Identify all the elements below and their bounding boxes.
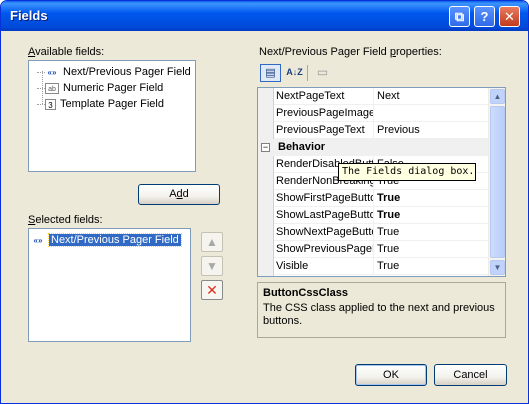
- tree-item-numeric[interactable]: ab Numeric Pager Field: [37, 80, 163, 96]
- description-title: ButtonCssClass: [263, 287, 348, 299]
- tree-item-next-previous[interactable]: «» Next/Previous Pager Field: [37, 64, 191, 80]
- property-row[interactable]: Visible True: [274, 258, 489, 275]
- property-row[interactable]: ShowLastPageButton True: [274, 207, 489, 224]
- restore-button[interactable]: ⧉: [449, 6, 470, 27]
- close-button[interactable]: ✕: [499, 6, 520, 27]
- description-text: The CSS class applied to the next and pr…: [263, 302, 495, 327]
- delete-button[interactable]: ✕: [201, 280, 223, 300]
- categorized-icon: ▤: [265, 67, 276, 79]
- pager-arrows-icon: «»: [47, 67, 57, 77]
- window-title: Fields: [10, 8, 48, 23]
- property-row[interactable]: PreviousPageImage: [274, 105, 489, 122]
- restore-icon: ⧉: [454, 9, 465, 24]
- delete-icon: ✕: [206, 282, 218, 298]
- arrow-up-icon: ▲: [206, 235, 218, 249]
- available-fields-tree[interactable]: «» Next/Previous Pager Field ab Numeric Pa…: [28, 60, 196, 172]
- move-up-button[interactable]: ▲: [201, 232, 223, 252]
- scroll-down-button[interactable]: ▼: [490, 260, 505, 275]
- chevron-up-icon: ▲: [493, 92, 502, 101]
- tree-item-template[interactable]: 3 Template Pager Field: [37, 96, 164, 112]
- property-row[interactable]: ShowFirstPageButton True: [274, 190, 489, 207]
- scroll-thumb[interactable]: [490, 106, 505, 258]
- property-pages-icon: ▭: [316, 65, 329, 79]
- arrow-down-icon: ▼: [206, 259, 218, 273]
- chevron-down-icon: ▼: [493, 263, 502, 272]
- property-description-panel: ButtonCssClass The CSS class applied to …: [257, 282, 506, 338]
- tooltip: The Fields dialog box.: [338, 163, 476, 181]
- move-down-button[interactable]: ▼: [201, 256, 223, 276]
- add-button[interactable]: Add: [138, 184, 220, 205]
- template-pager-icon: 3: [45, 98, 56, 110]
- property-pages-button[interactable]: ▭: [312, 64, 333, 82]
- help-icon: ?: [480, 9, 489, 24]
- property-grid[interactable]: NextPageText Next PreviousPageImage Previ…: [257, 87, 506, 277]
- scroll-up-button[interactable]: ▲: [490, 89, 505, 104]
- property-row[interactable]: ShowNextPageButton True: [274, 224, 489, 241]
- property-row[interactable]: NextPageText Next: [274, 88, 489, 105]
- toolbar-divider: [307, 65, 308, 81]
- selected-fields-list[interactable]: «» Next/Previous Pager Field: [28, 228, 191, 342]
- collapse-icon[interactable]: −: [261, 143, 270, 152]
- list-item-next-previous[interactable]: «» Next/Previous Pager Field: [31, 232, 182, 248]
- title-bar[interactable]: Fields ⧉ ? ✕: [1, 1, 528, 31]
- close-icon: ✕: [504, 9, 515, 24]
- available-fields-label: Available fields:: [28, 46, 105, 58]
- sort-az-icon: A↓Z: [286, 67, 303, 77]
- properties-label: Next/Previous Pager Field properties:: [259, 46, 442, 58]
- selected-fields-label: Selected fields:: [28, 214, 103, 226]
- grid-gutter: [258, 88, 274, 276]
- categorized-button[interactable]: ▤: [260, 64, 281, 82]
- fields-dialog: Fields ⧉ ? ✕ Available fields: «» Next/Pr…: [0, 0, 529, 404]
- cancel-button[interactable]: Cancel: [434, 364, 507, 386]
- alphabetical-button[interactable]: A↓Z: [284, 64, 305, 82]
- pager-arrows-icon: «»: [33, 235, 43, 245]
- property-grid-scrollbar[interactable]: ▲ ▼: [488, 88, 505, 276]
- numeric-pager-icon: ab: [45, 82, 59, 94]
- property-row[interactable]: ShowPreviousPageButtonTrue: [274, 241, 489, 258]
- help-button[interactable]: ?: [474, 6, 495, 27]
- ok-button[interactable]: OK: [355, 364, 427, 386]
- property-row[interactable]: PreviousPageText Previous: [274, 122, 489, 139]
- category-behavior[interactable]: − Behavior: [258, 139, 489, 156]
